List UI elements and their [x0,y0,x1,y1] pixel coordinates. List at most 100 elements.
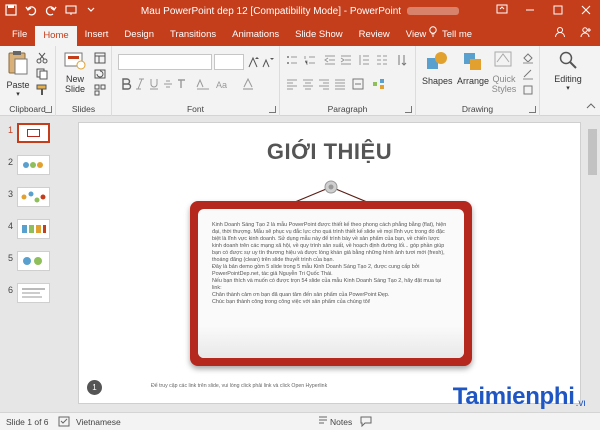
vertical-scrollbar[interactable] [585,117,600,412]
drawing-launcher-icon[interactable] [529,106,536,113]
demo-paragraph: Đây là bản demo gồm 5 slide trong 5 mẫu … [212,264,420,277]
strikethrough-icon[interactable] [162,78,174,90]
current-slide[interactable]: GIỚI THIỆU Kinh Doanh Sáng Tạo 2 là mẫu … [78,122,581,404]
redo-icon[interactable] [44,4,58,18]
arrange-label: Arrange [456,76,490,86]
board-text-box[interactable]: Kinh Doanh Sáng Tạo 2 là mẫu PowerPoint … [198,209,464,358]
slide-number-badge: 1 [87,380,102,395]
ribbon-display-options-icon[interactable] [488,0,516,24]
collapse-ribbon-icon[interactable] [586,102,598,114]
wish-paragraph: Chúc bạn thành công trong công việc với … [212,299,371,305]
notes-icon[interactable] [318,416,328,429]
slide-thumbnail-3[interactable] [17,187,50,207]
columns-icon[interactable] [376,54,388,66]
intro-paragraph: Kinh Doanh Sáng Tạo 2 là mẫu PowerPoint … [212,222,447,263]
chevron-down-icon: ▾ [566,85,570,92]
editing-button[interactable]: Editing ▾ [546,50,590,92]
shape-effects-icon[interactable] [522,84,534,96]
comments-icon[interactable] [360,416,372,429]
font-size-input[interactable] [214,54,244,70]
format-painter-icon[interactable] [36,84,48,96]
font-name-input[interactable] [118,54,212,70]
thumbnail-number: 4 [8,221,14,231]
account-icon[interactable] [554,24,566,46]
new-slide-label-line1: New [65,74,84,84]
group-drawing: Shapes Arrange Quick Styles Drawing [416,46,540,116]
customize-qat-icon[interactable] [84,4,98,18]
smartart-icon[interactable] [372,78,384,90]
thumbnail-number: 3 [8,189,14,199]
tab-home[interactable]: Home [35,26,77,46]
content-board: Kinh Doanh Sáng Tạo 2 là mẫu PowerPoint … [190,201,472,366]
scrollbar-thumb[interactable] [588,129,597,175]
arrange-icon [456,50,490,74]
minimize-icon[interactable] [516,0,544,24]
align-left-icon[interactable] [286,78,298,90]
text-shadow-icon[interactable] [176,78,188,90]
clipboard-launcher-icon[interactable] [45,106,52,113]
justify-icon[interactable] [334,78,346,90]
increase-indent-icon[interactable] [340,54,352,66]
quick-styles-button[interactable]: Quick Styles [490,50,518,94]
slide-thumbnail-4[interactable] [17,219,50,239]
spell-check-icon[interactable] [58,416,70,429]
copy-icon[interactable] [36,68,48,80]
underline-icon[interactable] [148,78,160,90]
tab-slide-show[interactable]: Slide Show [287,24,351,46]
tab-review[interactable]: Review [351,24,398,46]
notes-button[interactable]: Notes [330,417,352,427]
tab-design[interactable]: Design [116,24,162,46]
bold-icon[interactable] [120,78,132,90]
decrease-font-icon[interactable] [262,56,274,68]
change-case-icon[interactable]: Aa [216,78,228,90]
board-bottom-shade [198,326,464,358]
font-color-icon[interactable] [242,77,254,90]
line-spacing-icon[interactable] [358,54,370,66]
share-icon[interactable] [580,24,592,46]
layout-icon[interactable] [94,52,106,64]
text-direction-icon[interactable] [396,54,408,66]
paste-button[interactable]: Paste ▾ [4,50,32,98]
section-icon[interactable] [94,84,106,96]
paragraph-launcher-icon[interactable] [405,106,412,113]
character-spacing-icon[interactable] [196,78,209,90]
find-icon [546,50,590,72]
slide-thumbnail-5[interactable] [17,251,50,271]
new-slide-button[interactable]: New Slide [62,50,88,94]
undo-icon[interactable] [24,4,38,18]
arrange-button[interactable]: Arrange [456,50,490,86]
align-right-icon[interactable] [318,78,330,90]
tab-animations[interactable]: Animations [224,24,287,46]
decrease-indent-icon[interactable] [324,54,336,66]
slide-thumbnail-2[interactable] [17,155,50,175]
align-text-icon[interactable] [352,78,364,90]
bullets-icon[interactable] [286,54,298,66]
reset-icon[interactable] [94,68,106,80]
group-editing: Editing ▾ [540,46,600,116]
language-status[interactable]: Vietnamese [76,417,121,427]
tell-me-box[interactable]: Tell me [428,24,472,46]
window-controls [488,0,600,24]
shapes-icon [422,50,452,74]
tab-insert[interactable]: Insert [77,24,117,46]
cut-icon[interactable] [36,52,48,64]
start-presentation-icon[interactable] [64,4,78,18]
italic-icon[interactable] [134,78,146,90]
save-icon[interactable] [4,4,18,18]
maximize-icon[interactable] [544,0,572,24]
shapes-label: Shapes [422,76,453,86]
tab-file[interactable]: File [4,24,35,46]
font-launcher-icon[interactable] [269,106,276,113]
quick-styles-icon [490,50,518,72]
slide-thumbnail-1[interactable] [17,123,50,143]
shape-fill-icon[interactable] [522,52,534,64]
shapes-button[interactable]: Shapes [422,50,453,86]
increase-font-icon[interactable] [248,56,260,68]
align-center-icon[interactable] [302,78,314,90]
shape-outline-icon[interactable] [522,68,534,80]
close-icon[interactable] [572,0,600,24]
slide-thumbnail-6[interactable] [17,283,50,303]
numbering-icon[interactable] [304,54,316,66]
thanks-paragraph: Chân thành cảm ơn bạn đã quan tâm đến sả… [212,292,390,298]
tab-transitions[interactable]: Transitions [162,24,224,46]
